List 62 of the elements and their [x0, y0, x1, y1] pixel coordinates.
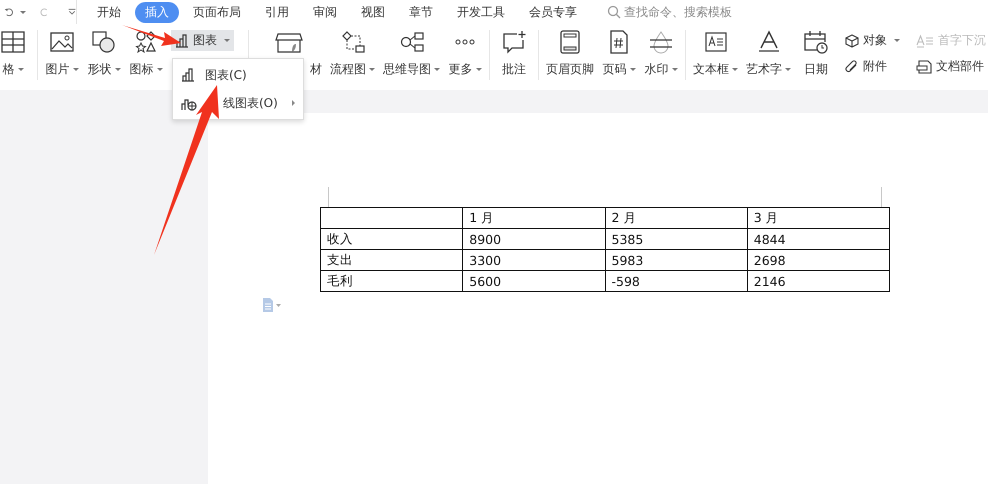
- shapes-icon: [91, 30, 117, 54]
- table-cell: 3 月: [747, 208, 890, 228]
- table-cell: 毛利: [320, 270, 463, 292]
- image-icon: [49, 30, 75, 54]
- ribbon-button[interactable]: 水印: [644, 30, 678, 78]
- ribbon-button[interactable]: 思维导图: [383, 30, 440, 78]
- ribbon-button[interactable]: 日期: [799, 30, 833, 78]
- table-cell: 2698: [747, 250, 890, 270]
- table-cell: 5600: [462, 270, 605, 292]
- ribbon-button[interactable]: 文档部件: [912, 56, 988, 77]
- ribbon-button[interactable]: 格: [0, 30, 30, 78]
- ribbon-tab[interactable]: 开始: [87, 2, 131, 22]
- icons-icon: [133, 30, 159, 54]
- table-cell: 8900: [462, 228, 605, 250]
- arrow-annotation: [121, 24, 183, 48]
- ribbon-tab[interactable]: 会员专享: [519, 2, 587, 22]
- ribbon-button[interactable]: 页码: [602, 30, 636, 78]
- table-cell: 3300: [462, 250, 605, 270]
- bar-chart-icon: [175, 34, 189, 48]
- table-cell: 1 月: [462, 208, 605, 228]
- search-field[interactable]: 查找命令、搜索模板: [607, 5, 774, 19]
- ribbon-button[interactable]: 页眉页脚: [546, 30, 594, 78]
- ribbon-button[interactable]: 批注: [497, 30, 531, 78]
- ribbon-button[interactable]: 流程图: [330, 30, 375, 78]
- drop-cap-icon: [916, 34, 934, 48]
- search-icon: [607, 5, 621, 19]
- table-cell: 2 月: [605, 208, 748, 228]
- ribbon-button[interactable]: 图片: [45, 30, 79, 78]
- text-box-icon: [702, 30, 728, 54]
- ribbon-tab[interactable]: 审阅: [303, 2, 347, 22]
- ribbon-button[interactable]: 对象: [841, 30, 904, 51]
- ribbon-button[interactable]: 更多: [448, 30, 482, 78]
- ribbon-tab[interactable]: 章节: [399, 2, 443, 22]
- ribbon-button[interactable]: 形状: [87, 30, 121, 78]
- bar-chart-icon: [181, 68, 195, 82]
- ribbon-button[interactable]: 文本框: [693, 30, 738, 78]
- customize-icon[interactable]: [68, 7, 76, 17]
- table-cell: -598: [605, 270, 748, 292]
- watermark-icon: [648, 30, 674, 54]
- table-cell: 支出: [320, 250, 463, 270]
- ribbon-tab[interactable]: 引用: [255, 2, 299, 22]
- ribbon-tab[interactable]: 页面布局: [183, 2, 251, 22]
- ribbon-tab[interactable]: 开发工具: [447, 2, 515, 22]
- flowchart-icon: [340, 30, 366, 54]
- table-cell: 2146: [747, 270, 890, 292]
- ribbon-tab[interactable]: 视图: [351, 2, 395, 22]
- cube-icon: [845, 34, 859, 48]
- calendar-icon: [803, 30, 829, 54]
- table-cell: 收入: [320, 228, 463, 250]
- paperclip-icon: [845, 60, 859, 74]
- caret-icon[interactable]: [20, 10, 26, 14]
- table-icon: [0, 30, 26, 54]
- mind-map-icon: [398, 30, 424, 54]
- ribbon-button[interactable]: 艺术字: [746, 30, 791, 78]
- ribbon-button[interactable]: 附件: [841, 56, 904, 77]
- chart-button[interactable]: 图表: [171, 30, 234, 51]
- table-cell: 5385: [605, 228, 748, 250]
- table-cell: 5983: [605, 250, 748, 270]
- more-icon: [455, 39, 475, 45]
- comment-icon: [501, 30, 527, 54]
- table-cell: 4844: [747, 228, 890, 250]
- document-parts-icon: [916, 60, 932, 74]
